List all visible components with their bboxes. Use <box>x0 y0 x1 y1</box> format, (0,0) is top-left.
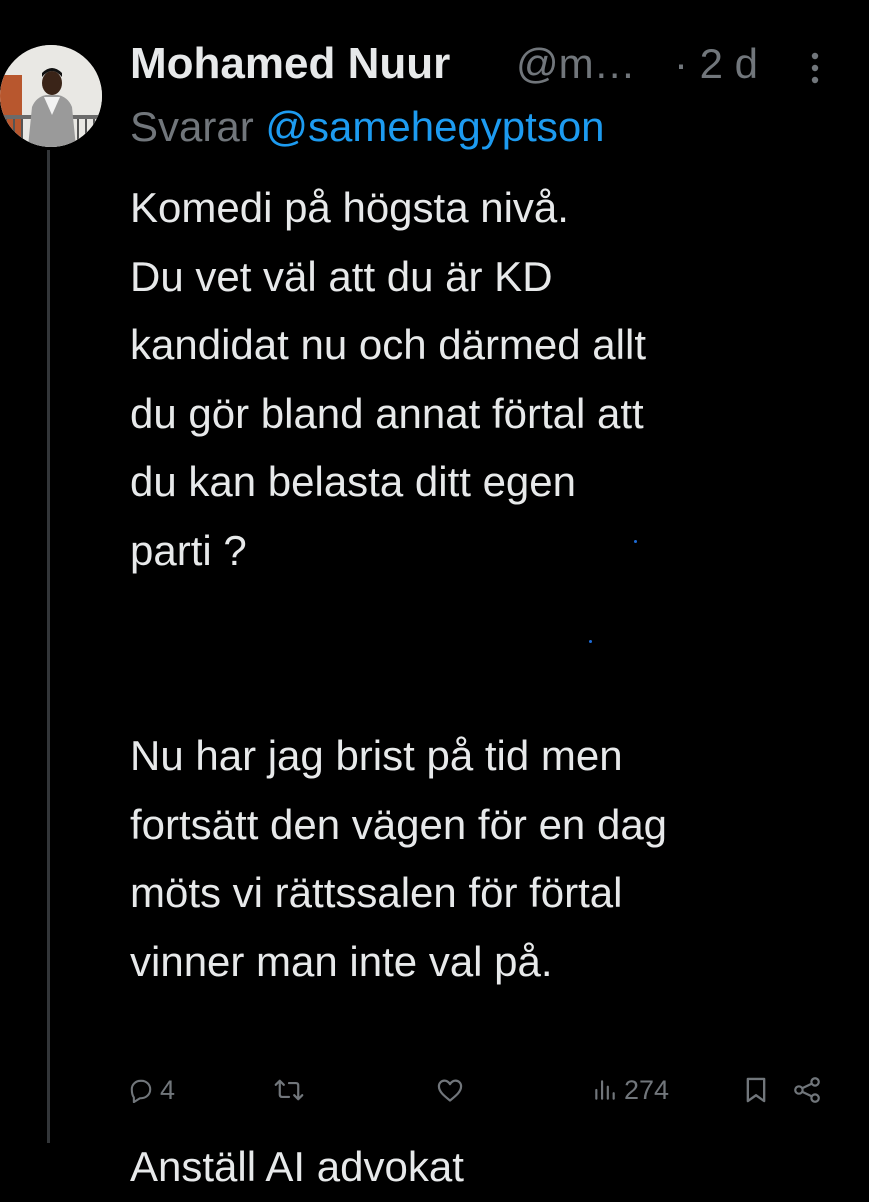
tweet-line: vinner man inte val på. <box>130 937 553 985</box>
tweet-actions-bar: 4 274 <box>128 1068 838 1112</box>
tweet-line: du gör bland annat förtal att <box>130 389 644 437</box>
tweet-paragraph: Anställ AI advokat <box>130 1133 830 1202</box>
bookmark-icon <box>746 1077 766 1103</box>
stray-dot <box>589 640 592 643</box>
thread-connector-line <box>47 150 50 1143</box>
replying-to: Svarar @samehegyptson <box>130 100 605 154</box>
analytics-bars-icon <box>595 1080 615 1100</box>
like-button[interactable] <box>436 1068 470 1112</box>
reply-button[interactable]: 4 <box>128 1068 175 1112</box>
retweet-icon <box>274 1079 304 1101</box>
views-count: 274 <box>624 1074 670 1105</box>
stray-dot <box>634 540 637 543</box>
tweet-timestamp[interactable]: · 2 d <box>674 38 758 90</box>
tweet-line: parti ? <box>130 526 247 574</box>
more-options-button[interactable] <box>800 48 830 88</box>
tweet-line: Nu har jag brist på tid men <box>130 732 623 779</box>
replying-to-mention-link[interactable]: @samehegyptson <box>265 103 604 150</box>
tweet-paragraph: Nu har jag brist på tid men fortsätt den… <box>130 722 830 996</box>
author-handle[interactable]: @m… <box>516 38 636 90</box>
reply-count: 4 <box>160 1074 176 1105</box>
more-vertical-icon <box>811 52 819 84</box>
share-icon <box>794 1077 820 1103</box>
reply-icon <box>130 1079 152 1103</box>
tweet-line: Du vet väl att du är KD <box>130 252 553 300</box>
tweet-paragraph: Komedi på högsta nivå. Du vet väl att du… <box>130 174 830 585</box>
avatar-photo-icon <box>0 45 102 147</box>
heart-icon <box>437 1079 463 1102</box>
tweet-line: Komedi på högsta nivå. <box>130 184 569 231</box>
tweet-text: Komedi på högsta nivå. Du vet väl att du… <box>130 174 830 1202</box>
views-button[interactable]: 274 <box>592 1068 669 1112</box>
share-button[interactable] <box>792 1068 822 1112</box>
tweet-line: fortsätt den vägen för en dag <box>130 800 668 848</box>
tweet-line: kandidat nu och därmed allt <box>130 321 646 368</box>
tweet-line: Anställ AI advokat <box>130 1143 464 1190</box>
bookmark-button[interactable] <box>744 1068 768 1112</box>
retweet-button[interactable] <box>274 1068 310 1112</box>
author-display-name[interactable]: Mohamed Nuur <box>130 38 450 90</box>
avatar[interactable] <box>0 45 102 147</box>
replying-to-label: Svarar <box>130 103 254 150</box>
tweet-line: möts vi rättssalen för förtal <box>130 869 623 916</box>
tweet-header: Mohamed Nuur @m… · 2 d <box>130 38 850 94</box>
tweet-line: du kan belasta ditt egen <box>130 458 577 505</box>
